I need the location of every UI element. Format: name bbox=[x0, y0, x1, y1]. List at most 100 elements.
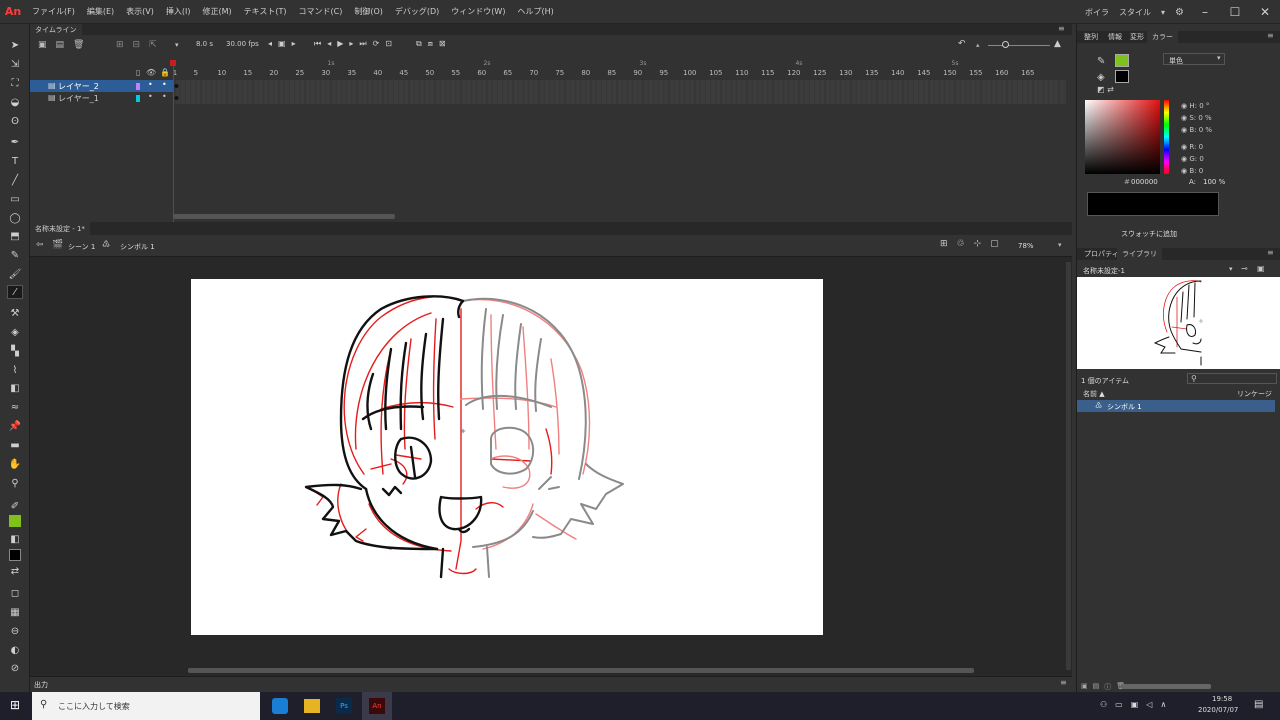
layer-depth-icon[interactable]: ⊟ bbox=[133, 40, 141, 50]
animate-icon[interactable]: An bbox=[369, 698, 385, 714]
camera-icon[interactable]: ⊞ bbox=[116, 40, 124, 50]
layer-name-2[interactable]: レイヤー_1 bbox=[58, 93, 99, 104]
transform-tool-icon[interactable]: ⛶ bbox=[7, 76, 23, 90]
close-button[interactable]: ✕ bbox=[1250, 0, 1280, 24]
brush-mode-icon[interactable]: ⊖ bbox=[7, 624, 23, 638]
ink-bottle-tool-icon[interactable]: ▚ bbox=[7, 344, 23, 358]
lasso-tool-icon[interactable]: ʘ bbox=[7, 114, 23, 128]
tab-transform[interactable]: 変形 bbox=[1125, 31, 1149, 43]
windows-start-icon[interactable]: ⊞ bbox=[10, 698, 20, 712]
volume-icon[interactable]: ◁ bbox=[1146, 700, 1152, 709]
breadcrumb-scene[interactable]: シーン 1 bbox=[68, 242, 95, 252]
hsb-value[interactable]: 0 % bbox=[1199, 126, 1212, 134]
oval-tool-icon[interactable]: ◯ bbox=[7, 211, 23, 225]
rgb-value[interactable]: 0 bbox=[1199, 167, 1203, 175]
step-back-icon[interactable]: ◂ bbox=[327, 39, 331, 49]
edit-multiple-icon[interactable]: ⊠ bbox=[439, 39, 446, 49]
menu-debug[interactable]: デバッグ(D) bbox=[389, 6, 445, 17]
tab-color[interactable]: カラー bbox=[1147, 31, 1178, 43]
stage-settings-icon[interactable]: ⊞ bbox=[940, 239, 948, 249]
timeline-hscroll[interactable] bbox=[173, 214, 395, 219]
parent-view-icon[interactable]: ⇱ bbox=[149, 40, 157, 50]
new-symbol-icon[interactable]: ▣ bbox=[1081, 682, 1088, 692]
rgb-field[interactable]: ◉ G: 0 bbox=[1181, 153, 1204, 165]
library-search-input[interactable] bbox=[1187, 373, 1277, 384]
play-icon[interactable]: ▶ bbox=[337, 39, 343, 49]
tab-library[interactable]: ライブラリ bbox=[1117, 248, 1162, 260]
pen-tool-icon[interactable]: ✒ bbox=[7, 135, 23, 149]
menu-file[interactable]: ファイル(F) bbox=[26, 6, 81, 17]
frame-dropdown[interactable]: ▾ bbox=[175, 41, 179, 49]
notification-icon[interactable]: ▤ bbox=[1254, 699, 1263, 710]
panel-menu-icon[interactable]: ≡ bbox=[1060, 678, 1067, 687]
hsb-field[interactable]: ◉ S: 0 % bbox=[1181, 112, 1212, 124]
brush-shape-icon[interactable]: ⊘ bbox=[7, 661, 23, 675]
paint-bucket-tool-icon[interactable]: ◈ bbox=[7, 325, 23, 339]
pin-tool-icon[interactable]: 📌 bbox=[7, 419, 23, 433]
next-keyframe-icon[interactable]: ▸ bbox=[292, 39, 296, 48]
hex-input[interactable]: 000000 bbox=[1131, 178, 1158, 186]
line-tool-icon[interactable]: ╱ bbox=[7, 173, 23, 187]
tab-document[interactable]: 名称未設定 - 1* bbox=[30, 222, 90, 235]
rgb-value[interactable]: 0 bbox=[1199, 155, 1203, 163]
tab-info[interactable]: 情報 bbox=[1103, 31, 1127, 43]
eyedropper-tool-icon[interactable]: ⌇ bbox=[7, 363, 23, 377]
text-tool-icon[interactable]: T bbox=[7, 154, 23, 168]
timeline-zoom-slider[interactable] bbox=[988, 45, 1050, 46]
fill-color-swatch[interactable] bbox=[9, 549, 21, 561]
file-explorer-icon[interactable] bbox=[304, 699, 320, 713]
zoom-in-icon[interactable]: ▲ bbox=[1054, 39, 1061, 49]
clock-date[interactable]: 2020/07/07 bbox=[1198, 706, 1238, 714]
first-frame-icon[interactable]: ⏮ bbox=[314, 39, 321, 49]
stage-vscroll[interactable] bbox=[1066, 262, 1071, 670]
stroke-color-swatch[interactable] bbox=[9, 515, 21, 527]
fill-color-swatch[interactable] bbox=[1115, 70, 1129, 83]
library-hscroll[interactable] bbox=[1121, 684, 1211, 689]
edit-symbols-icon[interactable]: ♲ bbox=[957, 239, 965, 249]
settings-icon[interactable]: ⚙ bbox=[1175, 7, 1184, 18]
tab-align[interactable]: 整列 bbox=[1079, 31, 1103, 43]
panel-menu-icon[interactable]: ≡ bbox=[1267, 31, 1274, 40]
back-arrow-icon[interactable]: ⇦ bbox=[36, 240, 44, 250]
center-frame-icon[interactable]: ⊡ bbox=[385, 39, 392, 49]
object-drawing-icon[interactable]: ◻ bbox=[7, 586, 23, 600]
delete-layer-icon[interactable]: 🗑 bbox=[73, 40, 84, 50]
step-forward-icon[interactable]: ▸ bbox=[349, 39, 353, 49]
subselection-tool-icon[interactable]: ⇲ bbox=[7, 57, 23, 71]
hsb-value[interactable]: 0 ° bbox=[1199, 102, 1209, 110]
layer-visibility-dot[interactable]: • bbox=[148, 80, 153, 89]
polystar-tool-icon[interactable]: ⬒ bbox=[7, 229, 23, 243]
stage-hscroll[interactable] bbox=[188, 668, 974, 673]
stroke-color-icon[interactable]: ✐ bbox=[7, 499, 23, 513]
fill-color-icon[interactable]: ◧ bbox=[7, 532, 23, 546]
paint-brush-tool-icon[interactable]: 🖌 bbox=[7, 267, 23, 281]
brush-size-icon[interactable]: ◐ bbox=[7, 643, 23, 657]
hsb-value[interactable]: 0 % bbox=[1198, 114, 1211, 122]
workspace-switcher[interactable]: ボイラ bbox=[1085, 7, 1109, 18]
library-column-name[interactable]: 名前 ▲ bbox=[1083, 389, 1105, 399]
timeline-ruler[interactable]: 1 5 10 15 20 25 30 35 40 45 50 55 60 65 70 75 80 85 90 95 10… bbox=[30, 58, 1072, 80]
playhead[interactable] bbox=[173, 62, 174, 222]
zoom-dropdown[interactable]: 78% bbox=[1018, 242, 1034, 250]
color-picker-area[interactable] bbox=[1085, 100, 1160, 174]
clock-time[interactable]: 19:58 bbox=[1212, 695, 1232, 703]
playhead-handle[interactable] bbox=[170, 60, 176, 66]
character-drawing[interactable] bbox=[191, 279, 823, 635]
stroke-color-swatch[interactable] bbox=[1115, 54, 1129, 67]
3d-rotation-tool-icon[interactable]: ◒ bbox=[7, 95, 23, 109]
pencil-tool-icon[interactable]: ✎ bbox=[7, 248, 23, 262]
properties-icon[interactable]: ⓘ bbox=[1104, 682, 1111, 692]
menu-help[interactable]: ヘルプ(H) bbox=[511, 6, 559, 17]
layer-color-2[interactable] bbox=[136, 95, 140, 102]
layer-name-1[interactable]: レイヤー_2 bbox=[58, 81, 99, 92]
onion-outline-icon[interactable]: ⧈ bbox=[428, 39, 433, 49]
alpha-input[interactable]: 100 % bbox=[1203, 178, 1225, 186]
camera-tool-icon[interactable]: ▬ bbox=[7, 438, 23, 452]
prev-keyframe-icon[interactable]: ◂ bbox=[268, 39, 272, 48]
layer-color-1[interactable] bbox=[136, 83, 140, 90]
layer-lock-dot[interactable]: • bbox=[162, 80, 167, 89]
menu-insert[interactable]: 挿入(I) bbox=[160, 6, 197, 17]
new-folder-icon[interactable]: ▤ bbox=[1093, 682, 1100, 692]
layer-lock-dot[interactable]: • bbox=[162, 92, 167, 101]
zoom-tool-icon[interactable]: ⚲ bbox=[7, 476, 23, 490]
